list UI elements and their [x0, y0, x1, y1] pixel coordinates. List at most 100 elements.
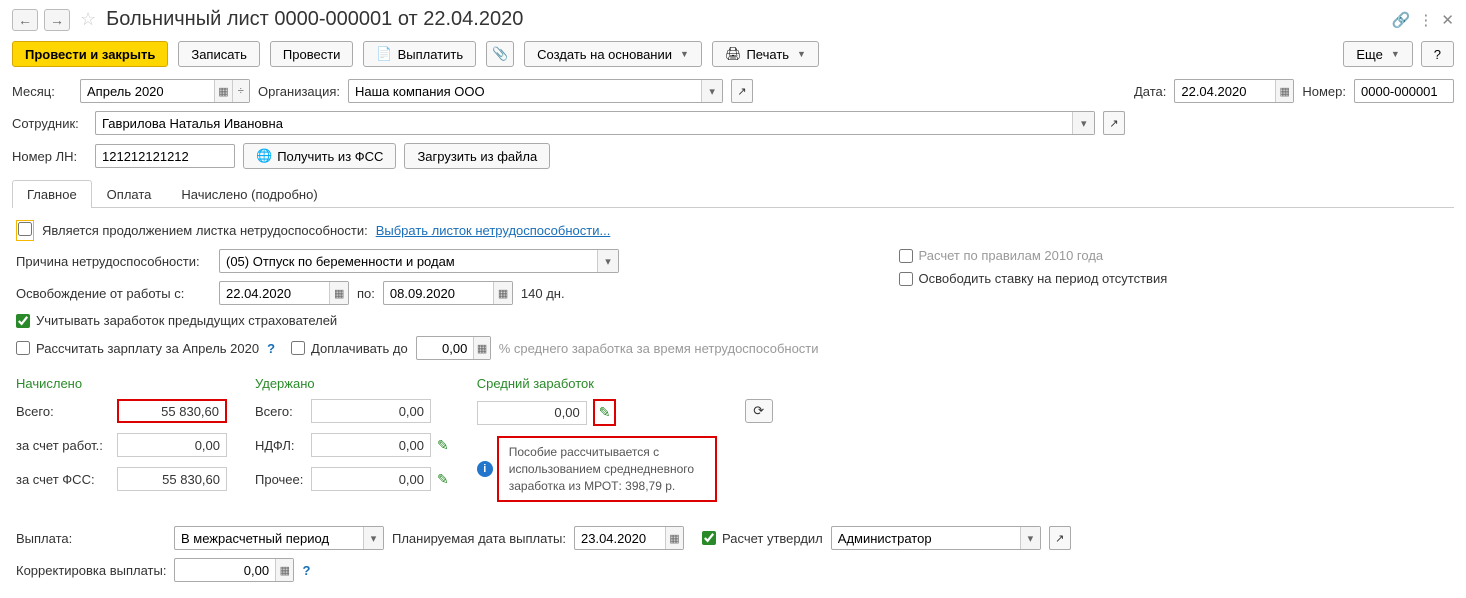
approver-input[interactable]: ▾: [831, 526, 1041, 550]
date-to-input[interactable]: ▦: [383, 281, 513, 305]
other-value: 0,00: [311, 467, 431, 491]
favorite-icon[interactable]: ☆: [80, 9, 96, 30]
ndfl-label: НДФЛ:: [255, 438, 305, 453]
payment-select[interactable]: ▾: [174, 526, 384, 550]
pay-button[interactable]: 📄Выплатить: [363, 41, 476, 67]
chevron-down-icon[interactable]: ▾: [597, 250, 618, 272]
reason-select[interactable]: ▾: [219, 249, 619, 273]
create-based-button[interactable]: Создать на основании▼: [524, 41, 702, 67]
load-file-button[interactable]: Загрузить из файла: [404, 143, 550, 169]
free-rate-checkbox[interactable]: [899, 272, 913, 286]
total-label: Всего:: [16, 404, 111, 419]
top-up-checkbox[interactable]: [291, 341, 305, 355]
ln-input[interactable]: [95, 144, 235, 168]
refresh-button[interactable]: ⟳: [745, 399, 773, 423]
date-from-input[interactable]: ▦: [219, 281, 349, 305]
payment-label: Выплата:: [16, 531, 166, 546]
pick-sheet-link[interactable]: Выбрать листок нетрудоспособности...: [376, 223, 611, 238]
calc-salary-label: Рассчитать зарплату за Апрель 2020: [36, 341, 259, 356]
pencil-icon[interactable]: ✎: [593, 399, 617, 426]
accrued-header: Начислено: [16, 376, 227, 391]
tab-main[interactable]: Главное: [12, 180, 92, 208]
printer-icon: 🖨: [725, 46, 742, 62]
tabs: Главное Оплата Начислено (подробно): [12, 179, 1454, 208]
top-up-input[interactable]: ▦: [416, 336, 491, 360]
ln-label: Номер ЛН:: [12, 149, 87, 164]
document-title: Больничный лист 0000-000001 от 22.04.202…: [106, 8, 1386, 31]
refresh-icon: ⟳: [753, 403, 764, 419]
approved-label: Расчет утвердил: [722, 531, 823, 546]
calendar-icon[interactable]: ▦: [329, 282, 348, 304]
link-icon[interactable]: 🔗: [1392, 11, 1411, 29]
print-button[interactable]: 🖨Печать▼: [712, 41, 819, 67]
correction-input[interactable]: ▦: [174, 558, 294, 582]
tab-payment[interactable]: Оплата: [92, 180, 167, 208]
month-input[interactable]: ▦ ÷: [80, 79, 250, 103]
date-input[interactable]: ▦: [1174, 79, 1294, 103]
prev-insurers-checkbox[interactable]: [16, 314, 30, 328]
attach-button[interactable]: 📎: [486, 41, 514, 67]
chevron-down-icon[interactable]: ▾: [363, 527, 383, 549]
to-label: по:: [357, 286, 375, 301]
calendar-icon[interactable]: ▦: [665, 527, 683, 549]
continuation-checkbox[interactable]: [18, 222, 32, 236]
chevron-down-icon: ▼: [1391, 49, 1400, 59]
post-button[interactable]: Провести: [270, 41, 354, 67]
approver-open-button[interactable]: ↗: [1049, 526, 1071, 550]
write-button[interactable]: Записать: [178, 41, 260, 67]
ndfl-value: 0,00: [311, 433, 431, 457]
number-input[interactable]: [1354, 79, 1454, 103]
org-open-button[interactable]: ↗: [731, 79, 753, 103]
org-input[interactable]: ▾: [348, 79, 723, 103]
calendar-icon[interactable]: ▦: [214, 80, 231, 102]
absence-label: Освобождение от работы с:: [16, 286, 211, 301]
chevron-down-icon: ▼: [680, 49, 689, 59]
info-text: Пособие рассчитывается с использованием …: [497, 436, 717, 502]
prev-insurers-label: Учитывать заработок предыдущих страховат…: [36, 313, 337, 328]
approved-checkbox[interactable]: [702, 531, 716, 545]
chevron-down-icon[interactable]: ▾: [1072, 112, 1094, 134]
get-fss-button[interactable]: 🌐Получить из ФСС: [243, 143, 396, 169]
days-label: 140 дн.: [521, 286, 565, 301]
employee-input[interactable]: ▾: [95, 111, 1095, 135]
nav-back[interactable]: ←: [12, 9, 38, 31]
info-icon: i: [477, 461, 493, 477]
month-label: Месяц:: [12, 84, 72, 99]
chevron-down-icon[interactable]: ▾: [1020, 527, 1040, 549]
calc-salary-checkbox[interactable]: [16, 341, 30, 355]
total-accrued-value: 55 830,60: [117, 399, 227, 423]
post-and-close-button[interactable]: Провести и закрыть: [12, 41, 168, 67]
free-rate-label: Освободить ставку на период отсутствия: [919, 271, 1168, 286]
rules2010-checkbox[interactable]: [899, 249, 913, 263]
rules2010-label: Расчет по правилам 2010 года: [919, 248, 1104, 263]
continuation-highlight: [16, 220, 34, 241]
calc-icon[interactable]: ▦: [275, 559, 293, 581]
close-icon[interactable]: ✕: [1441, 11, 1454, 29]
calc-icon[interactable]: ▦: [473, 337, 489, 359]
plan-date-input[interactable]: ▦: [574, 526, 684, 550]
globe-icon: 🌐: [256, 148, 272, 164]
tab-accrued[interactable]: Начислено (подробно): [166, 180, 332, 208]
pencil-icon[interactable]: ✎: [437, 471, 449, 488]
more-button[interactable]: Еще▼: [1343, 41, 1412, 67]
help-icon[interactable]: ?: [267, 341, 275, 356]
pay-icon: 📄: [376, 46, 392, 62]
correction-label: Корректировка выплаты:: [16, 563, 166, 578]
withheld-total-value: 0,00: [311, 399, 431, 423]
help-icon[interactable]: ?: [302, 563, 310, 578]
number-label: Номер:: [1302, 84, 1346, 99]
top-up-hint: % среднего заработка за время нетрудоспо…: [499, 341, 819, 356]
calendar-icon[interactable]: ▦: [1275, 80, 1293, 102]
avg-header: Средний заработок: [477, 376, 717, 391]
top-up-label: Доплачивать до: [311, 341, 408, 356]
employer-label: за счет работ.:: [16, 438, 111, 453]
nav-forward[interactable]: →: [44, 9, 70, 31]
date-label: Дата:: [1134, 84, 1166, 99]
kebab-icon[interactable]: ⋮: [1418, 11, 1433, 29]
chevron-down-icon[interactable]: ▾: [701, 80, 722, 102]
employee-open-button[interactable]: ↗: [1103, 111, 1125, 135]
stepper-icon[interactable]: ÷: [232, 80, 249, 102]
help-button[interactable]: ?: [1421, 41, 1454, 67]
pencil-icon[interactable]: ✎: [437, 437, 449, 454]
calendar-icon[interactable]: ▦: [493, 282, 512, 304]
